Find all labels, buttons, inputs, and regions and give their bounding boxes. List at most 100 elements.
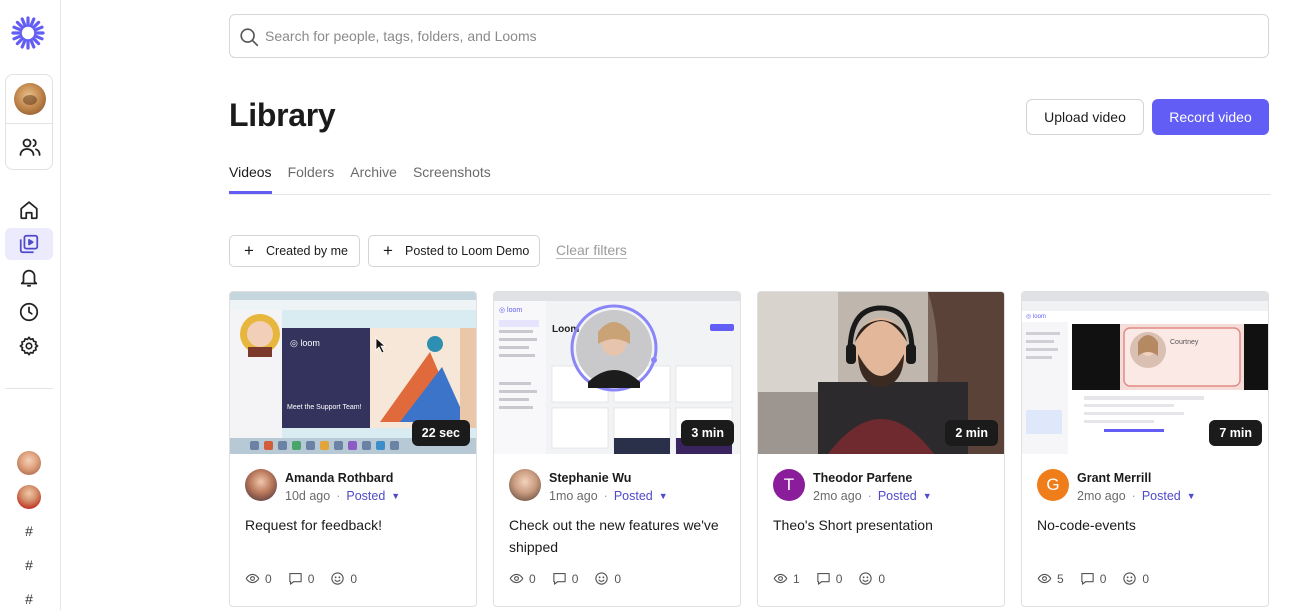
tab-folders[interactable]: Folders	[288, 162, 335, 194]
video-thumbnail[interactable]: ◎ loom Loom 3 min	[494, 292, 740, 454]
channel-hash-icon[interactable]: #	[22, 591, 36, 607]
video-stats: 0 0 0	[509, 571, 637, 586]
posted-status-dropdown[interactable]: Posted	[346, 489, 385, 503]
views-stat: 5	[1037, 571, 1064, 586]
views-count: 5	[1057, 571, 1064, 586]
reactions-stat: 0	[858, 571, 885, 586]
clear-filters-link[interactable]: Clear filters	[556, 242, 627, 259]
filter-label: Created by me	[266, 244, 348, 258]
views-stat: 0	[509, 571, 536, 586]
comments-count: 0	[307, 571, 315, 586]
video-title[interactable]: Theo's Short presentation	[773, 514, 998, 536]
reactions-stat: 0	[1122, 571, 1149, 586]
eye-icon	[1037, 573, 1052, 584]
app: # # # Library Upload video Record video …	[0, 0, 1298, 610]
comments-stat: 0	[816, 571, 842, 586]
comment-icon	[1081, 572, 1094, 585]
posted-time: 2mo ago	[813, 489, 862, 503]
video-card[interactable]: ◎ loom Meet the Support Team! 22 sec Ama…	[229, 291, 477, 607]
posted-status-dropdown[interactable]: Posted	[1142, 489, 1181, 503]
smiley-icon	[331, 572, 345, 585]
video-card[interactable]: ◎ loom Loom 3 min Stephanie Wu 1mo ago ·	[493, 291, 741, 607]
chevron-down-icon[interactable]: ▼	[923, 491, 932, 501]
clock-icon[interactable]	[13, 296, 45, 328]
channel-hash-icon[interactable]: #	[22, 523, 36, 539]
tab-archive[interactable]: Archive	[350, 162, 397, 194]
channel-hash-icon[interactable]: #	[22, 557, 36, 573]
comments-stat: 0	[1080, 571, 1107, 586]
sidebar: # # #	[0, 0, 61, 610]
views-stat: 0	[245, 571, 272, 586]
video-card[interactable]: ◎ loom Courtney 7 min G Grant Merrill 2m…	[1021, 291, 1269, 607]
filter-posted-to-button[interactable]: + Posted to Loom Demo	[368, 235, 540, 267]
bell-icon[interactable]	[13, 262, 45, 294]
chevron-down-icon[interactable]: ▼	[391, 491, 400, 501]
video-title[interactable]: Request for feedback!	[245, 514, 470, 536]
author-name[interactable]: Grant Merrill	[1077, 471, 1151, 485]
posted-time: 2mo ago	[1077, 489, 1126, 503]
chevron-down-icon[interactable]: ▼	[1187, 491, 1196, 501]
views-count: 0	[529, 571, 536, 586]
eye-icon	[245, 573, 260, 584]
member-avatar[interactable]	[17, 485, 41, 509]
author-avatar[interactable]: T	[773, 469, 805, 501]
views-count: 1	[793, 571, 800, 586]
smiley-icon	[859, 572, 873, 585]
reactions-stat: 0	[330, 571, 357, 586]
video-meta: 2mo ago · Posted ▼	[813, 489, 932, 503]
library-tabs: Videos Folders Archive Screenshots	[229, 162, 491, 195]
search-bar	[229, 14, 1269, 58]
library-icon[interactable]	[5, 228, 53, 260]
video-thumbnail[interactable]: ◎ loom Courtney 7 min	[1022, 292, 1268, 454]
search-input[interactable]	[265, 15, 1245, 57]
author-avatar[interactable]: G	[1037, 469, 1069, 501]
comment-icon	[817, 572, 830, 585]
eye-icon	[773, 573, 788, 584]
video-title[interactable]: No-code-events	[1037, 514, 1262, 536]
page-title: Library	[229, 97, 336, 133]
author-avatar[interactable]	[509, 469, 541, 501]
home-icon[interactable]	[13, 194, 45, 226]
reactions-count: 0	[614, 571, 622, 586]
author-name[interactable]: Stephanie Wu	[549, 471, 631, 485]
author-name[interactable]: Theodor Parfene	[813, 471, 912, 485]
thumbnail-caption: Meet the Support Team!	[287, 404, 362, 411]
comment-icon	[289, 572, 302, 585]
plus-icon: +	[244, 241, 254, 260]
divider	[6, 123, 52, 124]
filter-created-by-me-button[interactable]: + Created by me	[229, 235, 360, 267]
eye-icon	[509, 573, 524, 584]
video-stats: 0 0 0	[245, 571, 373, 586]
separator-dot: ·	[603, 489, 608, 503]
video-meta: 2mo ago · Posted ▼	[1077, 489, 1196, 503]
search-icon	[240, 28, 259, 47]
video-card[interactable]: 2 min T Theodor Parfene 2mo ago · Posted…	[757, 291, 1005, 607]
video-thumbnail[interactable]: ◎ loom Meet the Support Team! 22 sec	[230, 292, 476, 454]
user-avatar[interactable]	[14, 83, 46, 115]
duration-badge: 22 sec	[411, 420, 470, 446]
loom-logo-icon[interactable]	[11, 16, 45, 50]
member-avatar[interactable]	[17, 451, 41, 475]
tab-videos[interactable]: Videos	[229, 162, 272, 194]
upload-video-button[interactable]: Upload video	[1026, 99, 1144, 135]
comments-count: 0	[1099, 571, 1107, 586]
posted-status-dropdown[interactable]: Posted	[878, 489, 917, 503]
video-meta: 10d ago · Posted ▼	[285, 489, 400, 503]
author-avatar[interactable]	[245, 469, 277, 501]
video-title[interactable]: Check out the new features we've shipped	[509, 514, 734, 558]
record-video-button[interactable]: Record video	[1152, 99, 1269, 135]
people-icon[interactable]	[18, 135, 42, 159]
duration-badge: 2 min	[945, 420, 998, 446]
svg-text:◎ loom: ◎ loom	[499, 307, 522, 314]
svg-text:◎ loom: ◎ loom	[290, 338, 320, 348]
separator-dot: ·	[867, 489, 872, 503]
views-count: 0	[265, 571, 272, 586]
gear-icon[interactable]	[13, 330, 45, 362]
tab-screenshots[interactable]: Screenshots	[413, 162, 491, 194]
posted-status-dropdown[interactable]: Posted	[614, 489, 653, 503]
separator-dot: ·	[336, 489, 341, 503]
video-thumbnail[interactable]: 2 min	[758, 292, 1004, 454]
author-name[interactable]: Amanda Rothbard	[285, 471, 393, 485]
chevron-down-icon[interactable]: ▼	[659, 491, 668, 501]
reactions-stat: 0	[594, 571, 621, 586]
